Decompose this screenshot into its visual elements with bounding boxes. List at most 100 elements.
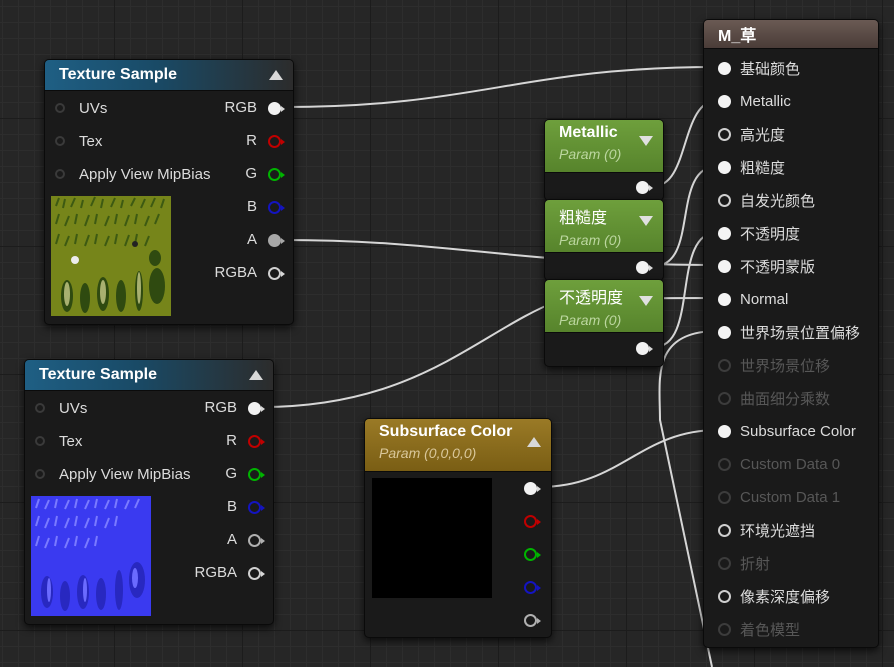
material-input-pin: 世界场景位移 [718, 354, 830, 376]
material-input-pin[interactable]: 不透明蒙版 [718, 255, 815, 277]
node-header[interactable]: Subsurface Color Param (0,0,0,0) [365, 419, 551, 472]
node-header[interactable]: 粗糙度 Param (0) [545, 200, 663, 253]
collapse-arrow-icon[interactable] [249, 370, 263, 380]
input-pin-icon[interactable] [35, 436, 45, 446]
output-pin-r[interactable] [248, 435, 265, 448]
node-header[interactable]: 不透明度 Param (0) [545, 280, 663, 333]
node-header[interactable]: Texture Sample [45, 60, 293, 91]
node-header[interactable]: M_草 [704, 20, 878, 49]
pin-dot-icon[interactable] [718, 61, 731, 75]
node-header[interactable]: Texture Sample [25, 360, 273, 391]
input-apply-view-mipbias[interactable]: Apply View MipBias [55, 164, 210, 184]
material-input-pin[interactable]: Metallic [718, 90, 791, 112]
output-label-r: R [246, 132, 257, 149]
material-input-pin[interactable]: 世界场景位置偏移 [718, 321, 860, 343]
pin-label: 世界场景位移 [740, 357, 831, 375]
output-label-a: A [246, 231, 257, 248]
output-pin[interactable] [636, 261, 653, 274]
material-input-pin[interactable]: 像素深度偏移 [718, 585, 830, 607]
node-title: Metallic [559, 124, 618, 141]
texture-sample-node-2[interactable]: Texture Sample UVs Tex Apply View MipBia… [24, 359, 274, 625]
grass-normal-preview [31, 496, 151, 616]
output-label-rgba: RGBA [194, 564, 237, 581]
pin-dot-icon[interactable] [718, 292, 731, 306]
input-tex[interactable]: Tex [35, 431, 82, 451]
output-pin[interactable] [636, 181, 653, 194]
pin-label: Tex [79, 132, 103, 150]
pin-dot-icon[interactable] [718, 424, 731, 438]
collapse-arrow-icon[interactable] [269, 70, 283, 80]
material-input-pin[interactable]: 高光度 [718, 123, 785, 145]
pin-label: Metallic [740, 92, 791, 110]
collapse-arrow-icon[interactable] [639, 136, 653, 146]
pin-dot-icon [718, 556, 731, 570]
pin-dot-icon[interactable] [718, 325, 731, 339]
pin-label: Normal [740, 290, 789, 308]
pin-label: UVs [59, 399, 88, 417]
wire-rgb2-to-opacity-param [261, 299, 561, 408]
pin-label: 像素深度偏移 [740, 588, 831, 606]
pin-dot-icon[interactable] [718, 94, 731, 108]
metallic-param-node[interactable]: Metallic Param (0) [544, 119, 664, 201]
output-pin-g[interactable] [248, 468, 265, 481]
output-pin-b[interactable] [524, 581, 541, 594]
material-input-pin[interactable]: 粗糙度 [718, 156, 785, 178]
material-result-node[interactable]: M_草 基础颜色 Metallic 高光度粗糙度自发光颜色不透明度不透明蒙版 Norm… [703, 19, 879, 648]
input-pin-icon[interactable] [55, 169, 65, 179]
pin-label: Apply View MipBias [59, 465, 191, 483]
input-tex[interactable]: Tex [55, 131, 102, 151]
input-uvs[interactable]: UVs [55, 98, 107, 118]
output-pin-a[interactable] [248, 534, 265, 547]
pin-dot-icon[interactable] [718, 127, 731, 141]
node-header[interactable]: Metallic Param (0) [545, 120, 663, 173]
texture-sample-node-1[interactable]: Texture Sample UVs Tex Apply View MipBia… [44, 59, 294, 325]
pin-label: Tex [59, 432, 83, 450]
input-pin-icon[interactable] [55, 103, 65, 113]
node-title: 不透明度 [559, 290, 624, 307]
material-input-pin[interactable]: 环境光遮挡 [718, 519, 815, 541]
opacity-param-node[interactable]: 不透明度 Param (0) [544, 279, 664, 367]
pin-dot-icon[interactable] [718, 193, 731, 207]
output-label-b: B [246, 198, 257, 215]
pin-dot-icon[interactable] [718, 160, 731, 174]
output-pin-g[interactable] [268, 168, 285, 181]
output-pin-g[interactable] [524, 548, 541, 561]
node-subtitle: Param (0,0,0,0) [379, 445, 477, 461]
output-pin-b[interactable] [248, 501, 265, 514]
pin-dot-icon[interactable] [718, 259, 731, 273]
output-pin-rgba[interactable] [248, 567, 265, 580]
collapse-arrow-icon[interactable] [639, 296, 653, 306]
pin-dot-icon[interactable] [718, 226, 731, 240]
output-pin-rgb[interactable] [524, 482, 541, 495]
material-input-pin[interactable]: Normal [718, 288, 788, 310]
subsurface-color-node[interactable]: Subsurface Color Param (0,0,0,0) [364, 418, 552, 638]
output-pin-a[interactable] [524, 614, 541, 627]
output-pin-rgb[interactable] [248, 402, 265, 415]
material-input-pin[interactable]: 自发光颜色 [718, 189, 815, 211]
collapse-arrow-icon[interactable] [639, 216, 653, 226]
output-pin-b[interactable] [268, 201, 285, 214]
output-pin-r[interactable] [268, 135, 285, 148]
output-pin-rgb[interactable] [268, 102, 285, 115]
pin-dot-icon[interactable] [718, 523, 731, 537]
pin-dot-icon[interactable] [718, 589, 731, 603]
input-pin-icon[interactable] [35, 403, 45, 413]
roughness-param-node[interactable]: 粗糙度 Param (0) [544, 199, 664, 281]
material-input-pin[interactable]: Subsurface Color [718, 420, 856, 442]
node-title: Texture Sample [39, 366, 157, 383]
material-input-pin: 折射 [718, 552, 770, 574]
output-pin-r[interactable] [524, 515, 541, 528]
input-uvs[interactable]: UVs [35, 398, 87, 418]
input-apply-view-mipbias[interactable]: Apply View MipBias [35, 464, 190, 484]
pin-dot-icon [718, 490, 731, 504]
collapse-arrow-icon[interactable] [527, 437, 541, 447]
output-pin-a[interactable] [268, 234, 285, 247]
input-pin-icon[interactable] [35, 469, 45, 479]
input-pin-icon[interactable] [55, 136, 65, 146]
output-pin[interactable] [636, 342, 653, 355]
material-input-pin[interactable]: 基础颜色 [718, 57, 800, 79]
output-pin-rgba[interactable] [268, 267, 285, 280]
color-preview [372, 478, 492, 598]
material-input-pin[interactable]: 不透明度 [718, 222, 800, 244]
pin-dot-icon [718, 358, 731, 372]
